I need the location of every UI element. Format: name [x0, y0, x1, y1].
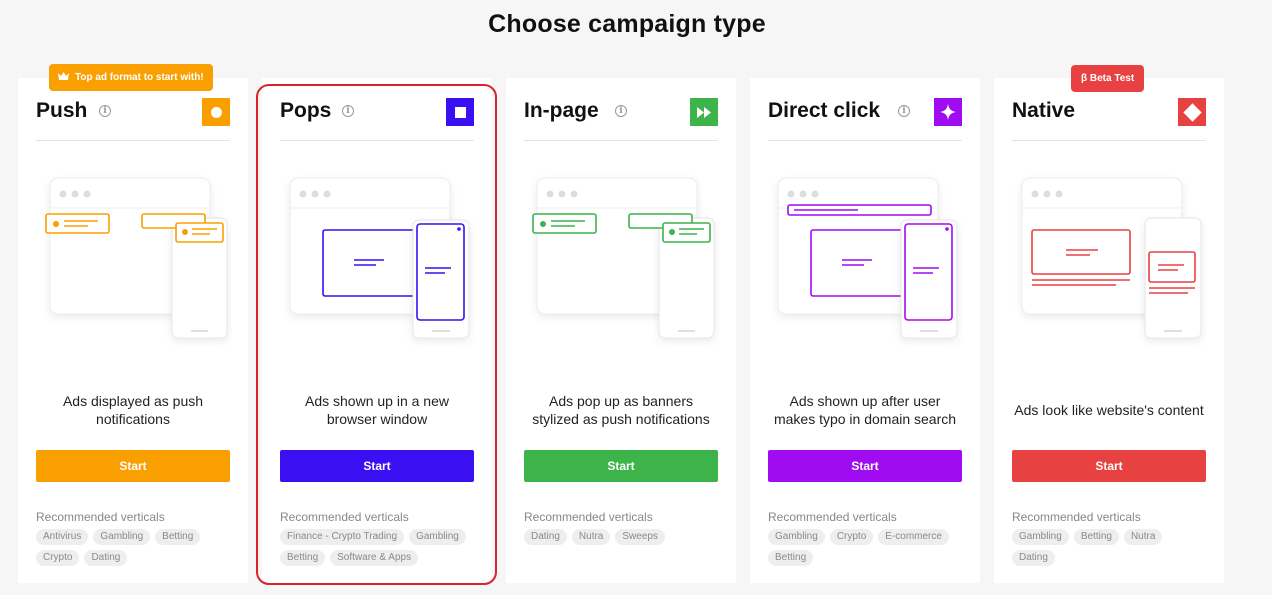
vertical-tag: Gambling	[409, 529, 466, 545]
recommended-verticals-label: Recommended verticals	[524, 510, 653, 524]
vertical-tag: Crypto	[36, 550, 80, 566]
circle-icon	[202, 98, 230, 126]
fast-forward-icon	[690, 98, 718, 126]
vertical-tag: Dating	[1012, 550, 1055, 566]
vertical-tag: Betting	[155, 529, 201, 545]
vertical-tag: E-commerce	[878, 529, 949, 545]
divider	[36, 140, 230, 141]
vertical-tag: Gambling	[1012, 529, 1069, 545]
badge-text: Top ad format to start with!	[75, 72, 204, 83]
campaign-card-native[interactable]: Native Ads look like website's content S…	[994, 78, 1224, 583]
info-icon[interactable]: i	[615, 105, 627, 117]
sparkle-icon	[934, 98, 962, 126]
start-button-inpage[interactable]: Start	[524, 450, 718, 482]
campaign-card-inpage[interactable]: In-page i Ads pop up as banners stylized…	[506, 78, 736, 583]
start-button-pops[interactable]: Start	[280, 450, 474, 482]
vertical-tag: Software & Apps	[330, 550, 419, 566]
vertical-tag: Dating	[524, 529, 567, 545]
push-illustration	[45, 177, 228, 339]
inpage-illustration	[532, 177, 715, 339]
vertical-tags: Dating Nutra Sweeps	[524, 529, 718, 545]
top-format-badge: Top ad format to start with!	[49, 64, 213, 91]
badge-text: β Beta Test	[1081, 73, 1135, 84]
vertical-tags: Antivirus Gambling Betting Crypto Dating	[36, 529, 230, 566]
card-title: Pops	[280, 99, 332, 122]
vertical-tag: Betting	[280, 550, 326, 566]
recommended-verticals-label: Recommended verticals	[1012, 510, 1141, 524]
vertical-tag: Antivirus	[36, 529, 89, 545]
card-description: Ads pop up as banners stylized as push n…	[532, 393, 710, 427]
card-description: Ads look like website's content	[1014, 402, 1204, 418]
vertical-tag: Nutra	[571, 529, 611, 545]
campaign-card-pops[interactable]: Pops i Ads shown up in a new browser win…	[262, 78, 492, 583]
vertical-tag: Gambling	[93, 529, 151, 545]
card-description: Ads displayed as push notifications	[62, 393, 204, 427]
card-title: Direct click	[768, 99, 881, 122]
card-title: In-page	[524, 99, 599, 122]
start-button-native[interactable]: Start	[1012, 450, 1206, 482]
divider	[1012, 140, 1206, 141]
recommended-verticals-label: Recommended verticals	[36, 510, 165, 524]
diamond-icon	[1178, 98, 1206, 126]
start-button-direct-click[interactable]: Start	[768, 450, 962, 482]
crown-icon	[58, 72, 69, 83]
vertical-tags: Gambling Betting Nutra Dating	[1012, 529, 1206, 566]
square-icon	[446, 98, 474, 126]
divider	[280, 140, 474, 141]
direct-click-illustration	[777, 177, 958, 339]
recommended-verticals-label: Recommended verticals	[280, 510, 409, 524]
vertical-tag: Dating	[84, 550, 128, 566]
page-title: Choose campaign type	[488, 10, 766, 38]
card-description: Ads shown up in a new browser window	[305, 393, 449, 427]
vertical-tags: Gambling Crypto E-commerce Betting	[768, 529, 962, 566]
vertical-tag: Crypto	[829, 529, 874, 545]
start-button-push[interactable]: Start	[36, 450, 230, 482]
divider	[768, 140, 962, 141]
card-title: Native	[1012, 99, 1076, 122]
vertical-tag: Gambling	[768, 529, 825, 545]
info-icon[interactable]: i	[99, 105, 111, 117]
card-description: Ads shown up after user makes typo in do…	[773, 393, 957, 427]
pops-illustration	[289, 177, 470, 339]
card-title: Push	[36, 99, 88, 122]
native-illustration	[1021, 177, 1202, 339]
vertical-tag: Nutra	[1123, 529, 1163, 545]
vertical-tag: Sweeps	[615, 529, 665, 545]
campaign-card-direct-click[interactable]: Direct click i Ads shown up after user m…	[750, 78, 980, 583]
beta-test-badge: β Beta Test	[1071, 65, 1145, 92]
vertical-tags: Finance - Crypto Trading Gambling Bettin…	[280, 529, 474, 566]
campaign-card-push[interactable]: Push i Ads displayed as push notificatio…	[18, 78, 248, 583]
vertical-tag: Betting	[1073, 529, 1119, 545]
recommended-verticals-label: Recommended verticals	[768, 510, 897, 524]
vertical-tag: Betting	[768, 550, 814, 566]
info-icon[interactable]: i	[342, 105, 354, 117]
vertical-tag: Finance - Crypto Trading	[280, 529, 405, 545]
info-icon[interactable]: i	[898, 105, 910, 117]
divider	[524, 140, 718, 141]
